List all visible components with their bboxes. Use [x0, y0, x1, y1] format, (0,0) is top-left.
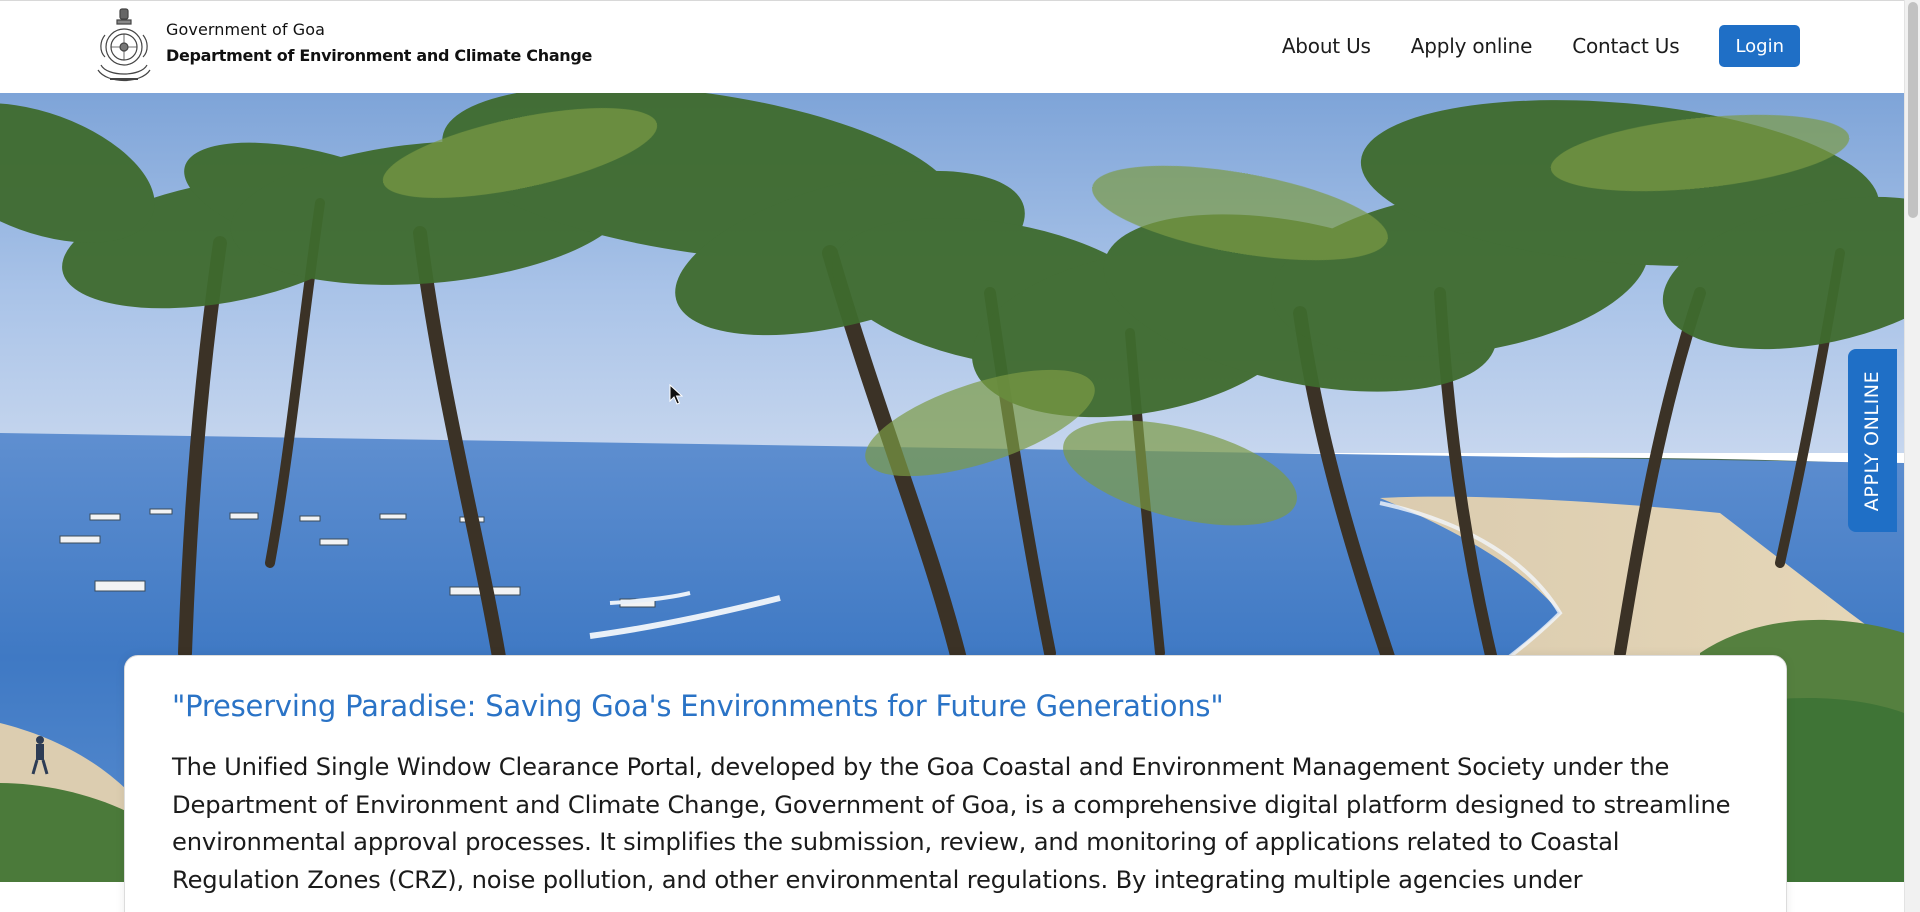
apply-online-side-tab[interactable]: APPLY ONLINE — [1848, 349, 1897, 532]
intro-card: "Preserving Paradise: Saving Goa's Envir… — [124, 655, 1787, 912]
intro-paragraph: The Unified Single Window Clearance Port… — [172, 753, 1731, 894]
site-header: Government of Goa Department of Environm… — [0, 0, 1904, 93]
apply-online-side-label: APPLY ONLINE — [1861, 370, 1884, 511]
mouse-pointer-icon — [669, 384, 683, 405]
login-button[interactable]: Login — [1719, 25, 1800, 67]
nav-about-us[interactable]: About Us — [1282, 23, 1371, 69]
scrollbar-thumb[interactable] — [1908, 2, 1918, 218]
main-nav: About Us Apply online Contact Us Login — [1242, 23, 1800, 69]
page-scrollbar[interactable] — [1904, 0, 1920, 912]
nav-apply-online[interactable]: Apply online — [1411, 23, 1533, 69]
brand-logo-link[interactable]: Government of Goa Department of Environm… — [95, 7, 592, 87]
brand-text: Government of Goa Department of Environm… — [166, 18, 592, 68]
state-emblem-icon — [97, 8, 151, 81]
page: Government of Goa Department of Environm… — [0, 0, 1920, 912]
department-name: Department of Environment and Climate Ch… — [166, 46, 593, 65]
nav-contact-us[interactable]: Contact Us — [1572, 23, 1679, 69]
org-name: Government of Goa — [166, 20, 326, 39]
intro-heading: "Preserving Paradise: Saving Goa's Envir… — [172, 689, 1224, 723]
